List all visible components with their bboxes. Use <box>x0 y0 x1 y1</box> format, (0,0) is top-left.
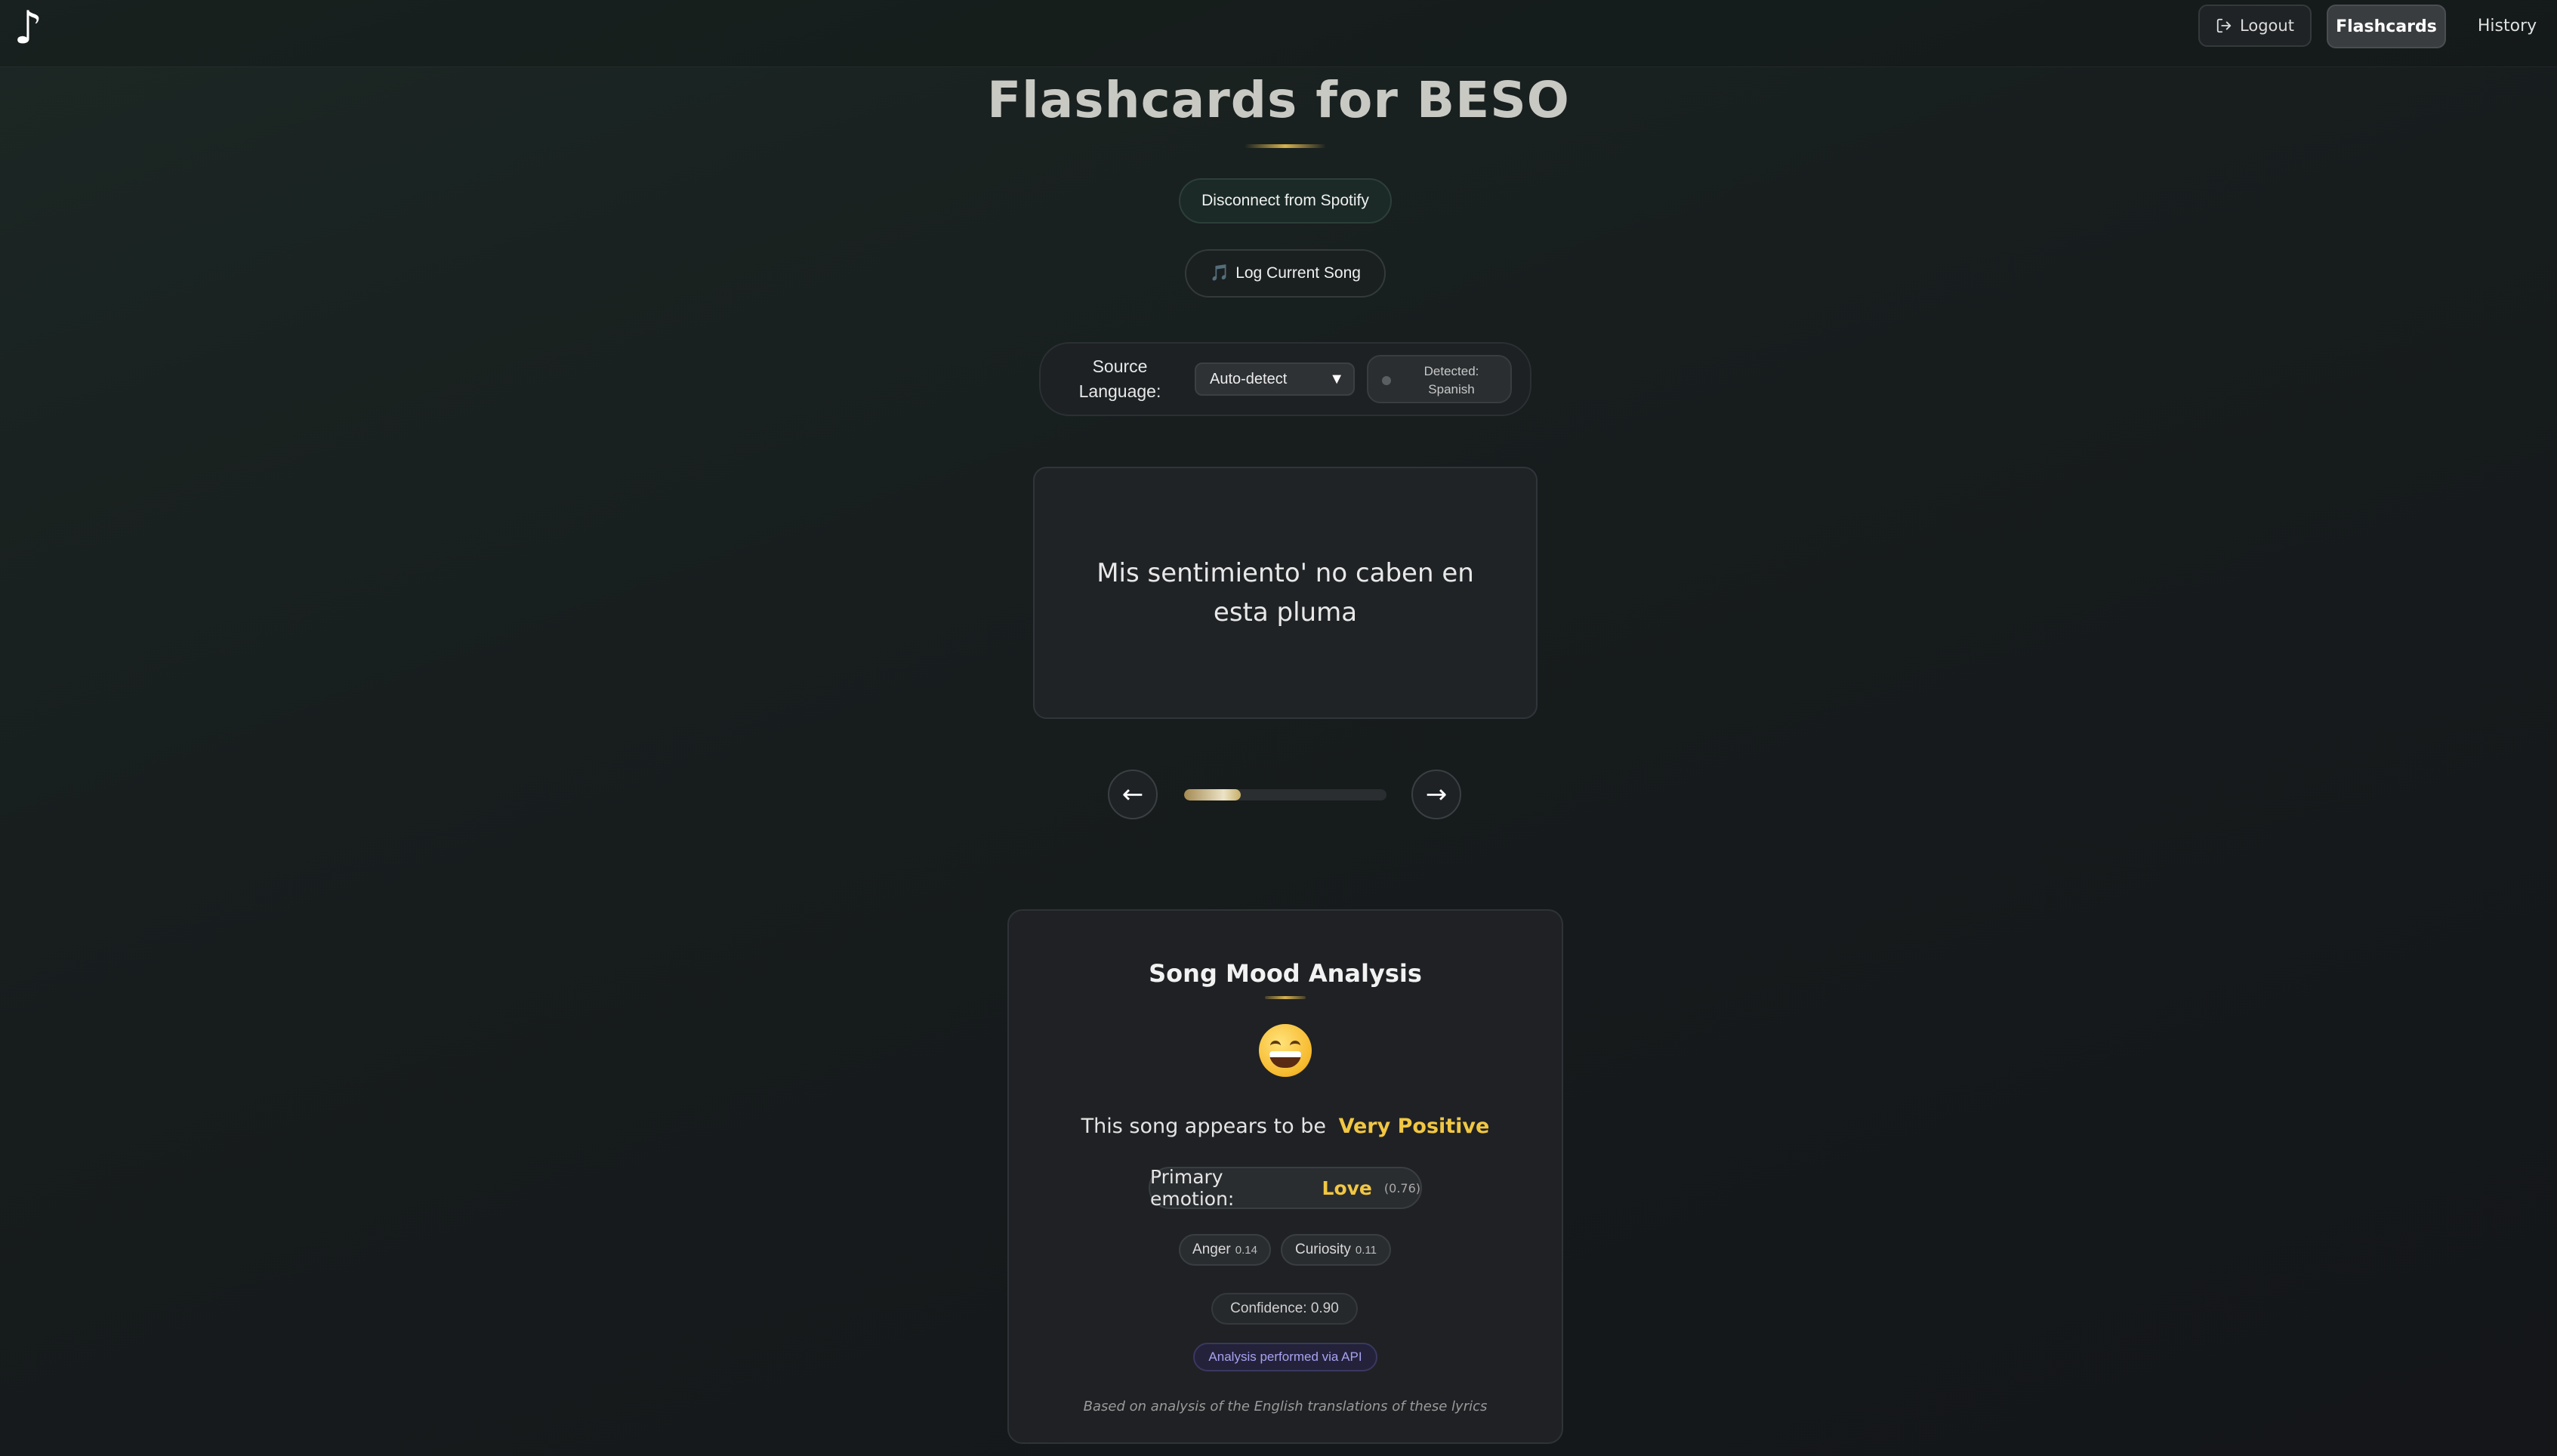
source-language-label-line2: Language: <box>1078 381 1161 401</box>
history-nav-link[interactable]: History <box>2466 5 2549 47</box>
emotion-tag-name: Curiosity <box>1295 1242 1351 1257</box>
sentiment-line: This song appears to be Very Positive <box>1007 1115 1563 1138</box>
next-card-button[interactable]: → <box>1411 770 1461 819</box>
source-language-value: Auto-detect <box>1210 371 1288 387</box>
sentiment-value: Very Positive <box>1338 1115 1490 1138</box>
flashcard[interactable]: Mis sentimiento' no caben en esta pluma <box>1033 467 1538 719</box>
analysis-footnote: Based on analysis of the English transla… <box>1083 1399 1488 1414</box>
sentiment-prefix: This song appears to be <box>1081 1115 1326 1138</box>
emotion-tag-score: 0.14 <box>1235 1243 1257 1257</box>
primary-emotion-score: (0.76) <box>1383 1180 1420 1195</box>
primary-emotion-value: Love <box>1322 1177 1372 1199</box>
log-current-song-label: Log Current Song <box>1235 264 1361 282</box>
flashcard-text: Mis sentimiento' no caben en esta pluma <box>1097 558 1474 628</box>
music-note-logo-icon[interactable]: ♪ <box>14 2 42 54</box>
logout-label: Logout <box>2240 17 2294 35</box>
dropdown-arrow-icon: ▼ <box>1329 371 1344 387</box>
primary-emotion-pill: Primary emotion: Love (0.76) <box>1149 1166 1422 1210</box>
logout-icon <box>2216 18 2232 33</box>
top-navbar: ♪ Logout Flashcards History <box>0 0 2557 67</box>
detected-value: Spanish <box>1428 382 1475 396</box>
emoji-mouth <box>1269 1051 1301 1068</box>
title-underline <box>1245 144 1326 148</box>
api-note-badge: Analysis performed via API <box>1193 1343 1377 1371</box>
source-language-label-line1: Source <box>1092 356 1148 376</box>
previous-card-button[interactable]: ← <box>1108 770 1158 819</box>
emotion-tag-score: 0.11 <box>1355 1243 1377 1257</box>
status-dot-icon <box>1382 376 1391 385</box>
logout-button[interactable]: Logout <box>2198 5 2312 47</box>
flashcard-progress-fill <box>1184 789 1241 800</box>
page-title: Flashcards for BESO <box>987 71 1570 129</box>
mood-analysis-title: Song Mood Analysis <box>1149 959 1422 988</box>
detected-label: Detected: <box>1423 364 1479 378</box>
emotion-tag: Curiosity 0.11 <box>1281 1234 1391 1266</box>
mood-title-underline <box>1265 996 1306 999</box>
emoji-right-eye <box>1290 1041 1300 1051</box>
source-language-select[interactable]: Auto-detect ▼ <box>1195 362 1355 396</box>
detected-language-badge: Detected: Spanish <box>1367 355 1512 403</box>
flashcard-progress-bar <box>1184 789 1386 800</box>
disconnect-spotify-button[interactable]: Disconnect from Spotify <box>1179 178 1392 224</box>
emotion-tag-name: Anger <box>1192 1242 1231 1257</box>
primary-emotion-label: Primary emotion: <box>1150 1166 1235 1210</box>
source-language-label: Source Language: <box>1071 354 1169 404</box>
flashcards-nav-button[interactable]: Flashcards <box>2327 5 2446 48</box>
emoji-left-eye <box>1270 1041 1281 1051</box>
emotion-tag: Anger 0.14 <box>1179 1234 1271 1266</box>
log-current-song-button[interactable]: 🎵 Log Current Song <box>1185 249 1386 298</box>
confidence-badge: Confidence: 0.90 <box>1211 1293 1358 1325</box>
grinning-face-icon <box>1259 1024 1312 1077</box>
music-notes-icon: 🎵 <box>1210 264 1230 282</box>
detected-language-text: Detected: Spanish <box>1399 362 1504 399</box>
